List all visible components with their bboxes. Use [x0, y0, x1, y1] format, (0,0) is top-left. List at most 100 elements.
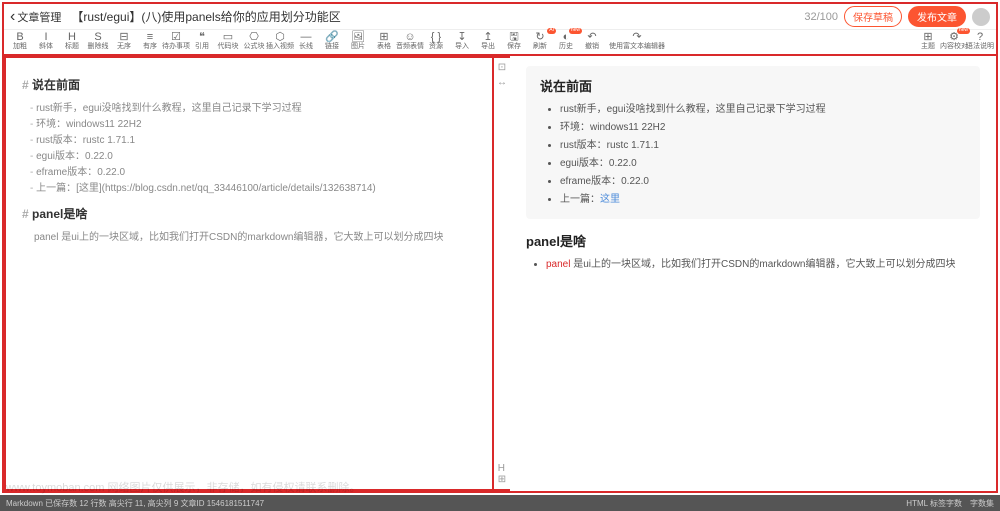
- tool-label: 内容校对: [940, 43, 968, 51]
- tool-8[interactable]: ▭代码块: [216, 30, 240, 52]
- pane-gutter: ⊡ ↔ H ⊞: [494, 56, 510, 491]
- status-bar: Markdown 已保存数 12 行数 高尖行 11, 高尖列 9 文章ID 1…: [0, 495, 1000, 511]
- tool-icon: I: [44, 31, 47, 43]
- gutter-sync-icon[interactable]: ⊡: [498, 62, 506, 73]
- tool-icon: ↻: [535, 31, 544, 43]
- tool-icon: ⊞: [923, 31, 932, 43]
- tool-icon: ❝: [199, 31, 205, 43]
- header-bar: 文章管理 32/100 保存草稿 发布文章: [4, 4, 996, 30]
- preview-line: 上一篇：这里: [560, 191, 966, 209]
- tool-right-2[interactable]: ?语法说明: [968, 30, 992, 52]
- tool-label: 链接: [325, 43, 339, 51]
- tool-22[interactable]: ↶撤销: [580, 30, 604, 52]
- tool-icon: H: [68, 31, 76, 43]
- tool-right-1[interactable]: ⚙内容校对new: [942, 30, 966, 52]
- tool-label: 导出: [481, 43, 495, 51]
- tool-label: 插入视频: [266, 43, 294, 51]
- tool-label: 撤销: [585, 43, 599, 51]
- tool-label: 表格: [377, 43, 391, 51]
- status-left: Markdown 已保存数 12 行数 高尖行 11, 高尖列 9 文章ID 1…: [6, 498, 264, 509]
- tool-icon: { }: [431, 31, 441, 43]
- tool-6[interactable]: ☑待办事项: [164, 30, 188, 52]
- avatar[interactable]: [972, 8, 990, 26]
- publish-button[interactable]: 发布文章: [908, 6, 966, 27]
- tool-9[interactable]: ⎔公式块: [242, 30, 266, 52]
- prev-link[interactable]: 这里: [600, 194, 620, 205]
- tool-label: 音频表情: [396, 43, 424, 51]
- tool-icon: ?: [977, 31, 983, 43]
- tool-7[interactable]: ❝引用: [190, 30, 214, 52]
- preview-pane: 说在前面 rust新手，egui没啥找到什么教程，这里自己记录下学习过程环境：w…: [510, 56, 996, 491]
- preview-callout: 说在前面 rust新手，egui没啥找到什么教程，这里自己记录下学习过程环境：w…: [526, 66, 980, 219]
- tool-icon: ↥: [483, 31, 492, 43]
- tool-icon: ↧: [457, 31, 466, 43]
- tool-17[interactable]: ↧导入: [450, 30, 474, 52]
- preview-line: eframe版本：0.22.0: [560, 173, 966, 191]
- preview-heading: panel是啥: [526, 231, 980, 250]
- tool-14[interactable]: ⊞表格: [372, 30, 396, 52]
- tool-icon: ⊞: [379, 31, 388, 43]
- gutter-grid-icon[interactable]: ⊞: [498, 474, 506, 485]
- md-line: rust新手，egui没啥找到什么教程，这里自己记录下学习过程: [30, 101, 476, 117]
- tool-label: 语法说明: [966, 43, 994, 51]
- tool-label: 斜体: [39, 43, 53, 51]
- tool-3[interactable]: S删除线: [86, 30, 110, 52]
- tool-icon: ☺: [404, 31, 415, 43]
- tool-label: 使用富文本编辑器: [609, 43, 665, 51]
- tool-1[interactable]: I斜体: [34, 30, 58, 52]
- tool-21[interactable]: ◐历史new: [554, 30, 578, 52]
- md-line: 环境：windows11 22H2: [30, 117, 476, 133]
- tool-5[interactable]: ≡有序: [138, 30, 162, 52]
- tool-16[interactable]: { }资源: [424, 30, 448, 52]
- tool-20[interactable]: ↻刷新AI: [528, 30, 552, 52]
- tool-4[interactable]: ⊟无序: [112, 30, 136, 52]
- tool-label: 资源: [429, 43, 443, 51]
- tool-label: 历史: [559, 43, 573, 51]
- tool-label: 加粗: [13, 43, 27, 51]
- tool-2[interactable]: H标题: [60, 30, 84, 52]
- tool-0[interactable]: B加粗: [8, 30, 32, 52]
- gutter-h-icon[interactable]: H: [498, 463, 505, 474]
- preview-line: 环境：windows11 22H2: [560, 119, 966, 137]
- tool-13[interactable]: 🖼图片: [346, 30, 370, 52]
- tool-label: 图片: [351, 43, 365, 51]
- tool-11[interactable]: —长线: [294, 30, 318, 52]
- md-heading: 说在前面: [22, 76, 476, 93]
- main-area: 说在前面 rust新手，egui没啥找到什么教程，这里自己记录下学习过程环境：w…: [4, 56, 996, 491]
- tool-19[interactable]: 🖫保存: [502, 30, 526, 52]
- tool-right-0[interactable]: ⊞主题: [916, 30, 940, 52]
- tool-10[interactable]: ⬡插入视频: [268, 30, 292, 52]
- toolbar: B加粗I斜体H标题S删除线⊟无序≡有序☑待办事项❝引用▭代码块⎔公式块⬡插入视频…: [4, 30, 996, 56]
- tool-icon: S: [94, 31, 101, 43]
- tool-label: 长线: [299, 43, 313, 51]
- tool-icon: 🖼: [351, 31, 365, 43]
- tool-23[interactable]: ↷使用富文本编辑器: [606, 30, 668, 52]
- md-heading: panel是啥: [22, 205, 476, 222]
- tool-label: 标题: [65, 43, 79, 51]
- char-counter: 32/100: [804, 11, 838, 23]
- preview-heading: 说在前面: [540, 76, 966, 95]
- tool-label: 刷新: [533, 43, 547, 51]
- md-line: eframe版本：0.22.0: [30, 165, 476, 181]
- editor-pane[interactable]: 说在前面 rust新手，egui没啥找到什么教程，这里自己记录下学习过程环境：w…: [4, 56, 494, 491]
- tool-icon: 🖫: [509, 31, 518, 43]
- tool-icon: ☑: [171, 31, 181, 43]
- md-line: 上一篇：[这里](https://blog.csdn.net/qq_334461…: [30, 181, 476, 197]
- tool-label: 待办事项: [162, 43, 190, 51]
- tool-icon: B: [16, 31, 23, 43]
- preview-line: rust新手，egui没啥找到什么教程，这里自己记录下学习过程: [560, 101, 966, 119]
- keyword-panel: panel: [546, 259, 570, 270]
- status-right-1: HTML 标签字数: [906, 498, 962, 509]
- save-draft-button[interactable]: 保存草稿: [844, 6, 902, 27]
- tool-label: 删除线: [88, 43, 109, 51]
- tool-label: 无序: [117, 43, 131, 51]
- preview-line: egui版本：0.22.0: [560, 155, 966, 173]
- tool-12[interactable]: 🔗链接: [320, 30, 344, 52]
- gutter-split-icon[interactable]: ↔: [497, 77, 507, 88]
- tool-icon: ↶: [587, 31, 596, 43]
- back-button[interactable]: 文章管理: [10, 9, 61, 25]
- tool-18[interactable]: ↥导出: [476, 30, 500, 52]
- title-input[interactable]: [67, 8, 798, 26]
- tool-icon: ▭: [223, 31, 233, 43]
- tool-15[interactable]: ☺音频表情: [398, 30, 422, 52]
